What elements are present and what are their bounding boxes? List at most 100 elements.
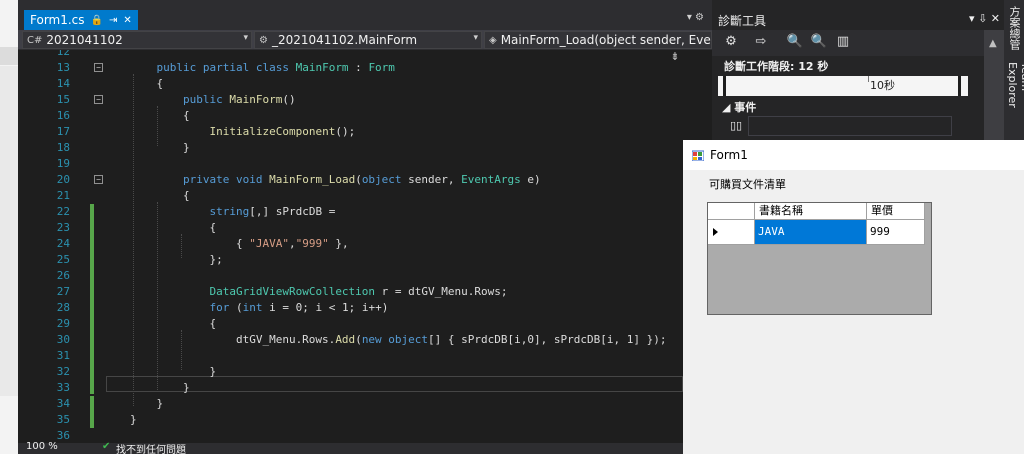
code-line[interactable]: 23 { [18,220,683,236]
split-editor-icon[interactable]: ⇟ [667,50,683,66]
row-header-corner [708,203,755,220]
code-line[interactable]: 12 [18,50,683,60]
pin-icon[interactable]: ⇥ [109,15,117,26]
pause-icon[interactable]: ▯▯ [730,119,742,132]
cell-book-name[interactable]: JAVA [755,220,867,245]
line-number: 13 [56,61,70,74]
code-line[interactable]: 35} [18,412,683,428]
class-icon: ⚙ [259,34,268,46]
member-dropdown-label: MainForm_Load(object sender, Event [500,33,712,47]
line-number: 31 [56,349,70,362]
code-text: { "JAVA","999" }, [130,237,349,250]
form-title-bar[interactable]: Form1 [683,140,1024,170]
code-line[interactable]: 21 { [18,188,683,204]
line-number: 15 [56,93,70,106]
settings-icon[interactable]: ⚙ [722,34,740,52]
timeline-tick [868,76,869,82]
code-text: public partial class MainForm : Form [156,61,395,74]
code-text: dtGV_Menu.Rows.Add(new object[] { sPrdcD… [130,333,667,346]
solution-explorer-tab[interactable]: 方案總管 [1006,6,1022,50]
code-line[interactable]: 13 public partial class MainForm : Form − [18,60,683,76]
row-pointer-icon [713,228,718,236]
code-line[interactable]: 18 } [18,140,683,156]
project-dropdown[interactable]: C# 2021041102 ▾ [22,31,252,49]
line-number: 30 [56,333,70,346]
line-number: 14 [56,77,70,90]
code-text: } [130,381,190,394]
line-number: 16 [56,109,70,122]
tab-form1-cs[interactable]: Form1.cs 🔒 ⇥ ✕ [24,10,138,30]
chart-icon[interactable]: ▥ [834,34,852,52]
code-line[interactable]: 14 { [18,76,683,92]
code-line[interactable]: 17 InitializeComponent(); [18,124,683,140]
diagnostic-toolbar: ⚙ ⇨ 🔍 🔍 ▥ [712,30,984,56]
code-line[interactable]: 25 }; [18,252,683,268]
code-line[interactable]: 19 [18,156,683,172]
form-app-icon [692,150,704,161]
code-text: { [130,317,217,330]
code-line[interactable]: 26 [18,268,683,284]
code-line[interactable]: 24 { "JAVA","999" }, [18,236,683,252]
zoom-in-icon[interactable]: 🔍 [786,34,804,52]
close-tab-icon[interactable]: ✕ [123,15,131,26]
session-timeline[interactable]: 10秒 [718,76,968,96]
line-number: 26 [56,269,70,282]
team-explorer-tab[interactable]: Team Explorer [1006,62,1024,140]
line-number: 35 [56,413,70,426]
code-line[interactable]: 30 dtGV_Menu.Rows.Add(new object[] { sPr… [18,332,683,348]
issues-status[interactable]: 找不到任何問題 [116,441,186,454]
code-line[interactable]: 31 [18,348,683,364]
collapse-icon[interactable]: − [94,175,103,184]
line-number: 27 [56,285,70,298]
datagridview-menu[interactable]: 書籍名稱 單價 JAVA 999 [707,202,932,315]
line-number: 24 [56,237,70,250]
code-line[interactable]: 32 } [18,364,683,380]
code-text: }; [130,253,223,266]
code-line[interactable]: 33 } [18,380,683,396]
code-line[interactable]: 22 string[,] sPrdcDB = [18,204,683,220]
events-section-header[interactable]: ◢ 事件 [722,99,756,115]
code-text: { [130,221,217,234]
events-label: 事件 [734,101,757,114]
code-line[interactable]: 15 public MainForm() − [18,92,683,108]
collapse-icon[interactable]: − [94,95,103,104]
line-number: 17 [56,125,70,138]
code-text: private void MainForm_Load(object sender… [182,173,541,186]
code-editor[interactable]: 12 13 public partial class MainForm : For… [18,50,683,443]
panel-controls[interactable]: ▾ ⇩ ✕ [969,12,1000,25]
column-header-name[interactable]: 書籍名稱 [755,203,867,220]
scroll-up-icon[interactable]: ▲ [989,38,997,49]
check-icon: ✔ [102,441,111,452]
line-number: 28 [56,301,70,314]
timeline-end-marker[interactable] [958,76,961,96]
line-number: 32 [56,365,70,378]
code-text: } [130,365,217,378]
code-line[interactable]: 16 { [18,108,683,124]
left-strip-header [0,47,18,65]
code-line[interactable]: 27 DataGridViewRowCollection r = dtGV_Me… [18,284,683,300]
zoom-out-icon[interactable]: 🔍 [810,34,828,52]
collapse-icon[interactable]: − [94,63,103,72]
class-dropdown-label: _2021041102.MainForm [271,33,418,47]
code-line[interactable]: 28 for (int i = 0; i < 1; i++) [18,300,683,316]
export-icon[interactable]: ⇨ [752,34,770,52]
timeline-start-marker[interactable] [723,76,726,96]
tab-list-dropdown-icon[interactable]: ▾ ⚙ [687,12,704,23]
code-line[interactable]: 20 private void MainForm_Load(object sen… [18,172,683,188]
vs-ide: Form1.cs 🔒 ⇥ ✕ ▾ ⚙ C# 2021041102 ▾ ⚙ _20… [0,0,1024,454]
timeline-tick-label: 10秒 [870,79,895,92]
code-text: } [130,141,190,154]
code-navigation-bar: C# 2021041102 ▾ ⚙ _2021041102.MainForm ▾… [18,30,712,50]
method-icon: ◈ [489,34,497,46]
code-line[interactable]: 29 { [18,316,683,332]
cell-price[interactable]: 999 [867,220,925,245]
form1-window: Form1 可購買文件清單 書籍名稱 單價 JAVA 999 [683,140,1024,454]
code-line[interactable]: 34 } [18,396,683,412]
column-header-price[interactable]: 單價 [867,203,925,220]
class-dropdown[interactable]: ⚙ _2021041102.MainForm ▾ [254,31,482,49]
panel-scrollbar[interactable]: ▲ [984,30,1004,140]
panel-title: 診斷工具 [718,14,767,28]
line-number: 21 [56,189,70,202]
member-dropdown[interactable]: ◈ MainForm_Load(object sender, Event [484,31,712,49]
zoom-level[interactable]: 100 % [26,441,58,452]
